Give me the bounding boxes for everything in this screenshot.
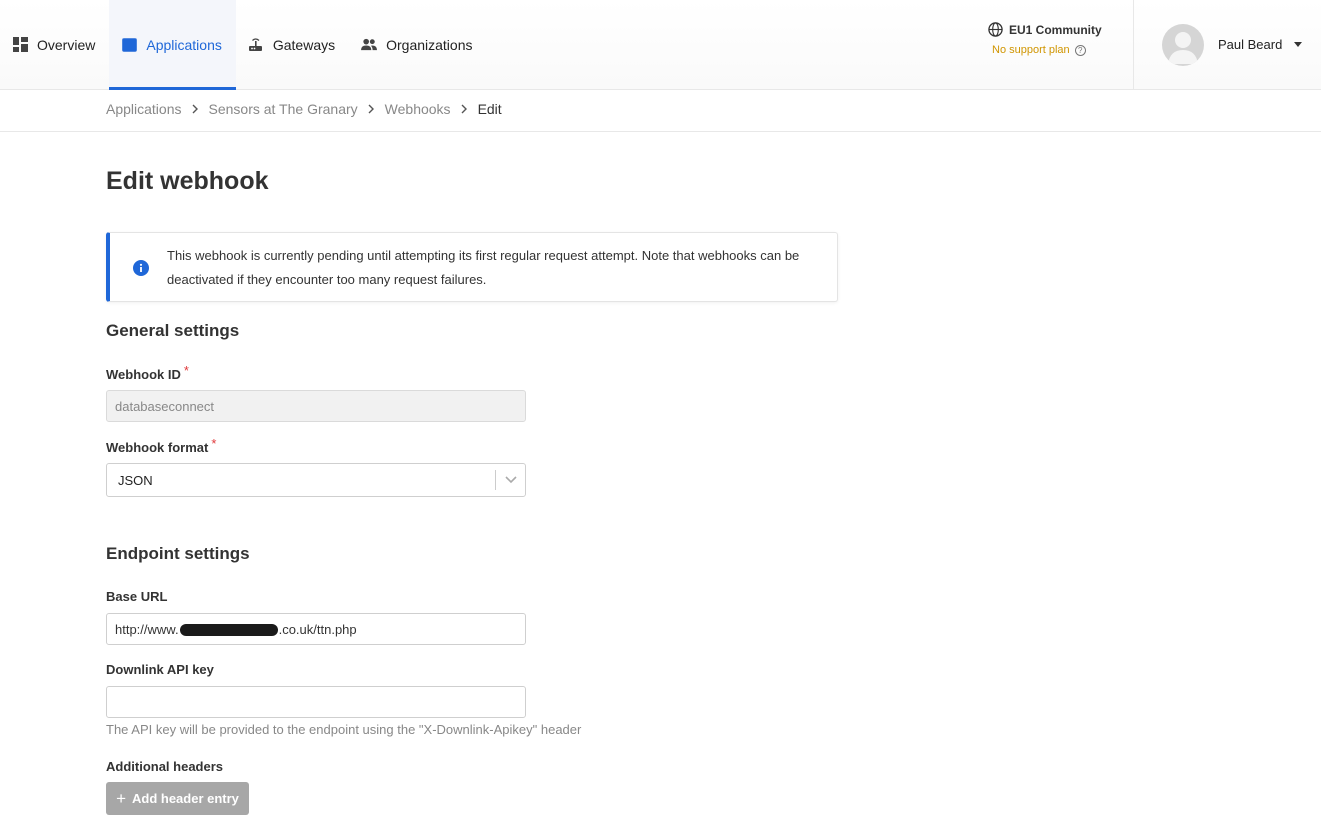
- page-title: Edit webhook: [106, 167, 269, 195]
- breadcrumb-application[interactable]: Sensors at The Granary: [209, 101, 358, 117]
- user-name: Paul Beard: [1218, 37, 1283, 52]
- info-notification: This webhook is currently pending until …: [106, 232, 838, 302]
- support-plan-text: No support plan: [992, 44, 1070, 56]
- router-icon: [248, 37, 264, 53]
- add-header-entry-label: Add header entry: [132, 791, 239, 806]
- nav-gateways-label: Gateways: [272, 36, 336, 53]
- webhook-id-label-text: Webhook ID: [106, 367, 181, 382]
- chevron-down-icon[interactable]: [496, 476, 525, 484]
- base-url-prefix: http://www.: [115, 621, 179, 637]
- cluster-name: EU1 Community: [1009, 22, 1102, 37]
- chevron-right-icon: [192, 104, 199, 114]
- base-url-suffix: .co.uk/ttn.php: [278, 621, 357, 637]
- dashboard-icon: [12, 37, 28, 53]
- chevron-right-icon: [368, 104, 375, 114]
- additional-headers-label: Additional headers: [106, 759, 224, 774]
- breadcrumb-bar: Applications Sensors at The Granary Webh…: [0, 90, 1321, 132]
- nav-gateways[interactable]: Gateways: [236, 0, 349, 89]
- general-settings-title: General settings: [106, 321, 240, 340]
- webhook-format-label-text: Webhook format: [106, 440, 209, 455]
- downlink-api-key-label: Downlink API key: [106, 662, 214, 677]
- user-menu[interactable]: Paul Beard: [1133, 0, 1321, 89]
- cluster-info[interactable]: EU1 Community No support plan ?: [988, 22, 1118, 56]
- nav-overview-label: Overview: [37, 36, 96, 53]
- globe-icon: [988, 22, 1003, 37]
- webhook-format-label: Webhook format *: [106, 436, 216, 455]
- base-url-input[interactable]: http://www. .co.uk/ttn.php: [106, 613, 526, 645]
- add-header-entry-button[interactable]: + Add header entry: [106, 782, 249, 815]
- breadcrumb: Applications Sensors at The Granary Webh…: [106, 101, 502, 117]
- breadcrumb-webhooks[interactable]: Webhooks: [385, 101, 451, 117]
- avatar: [1162, 23, 1204, 66]
- info-icon: [133, 260, 149, 276]
- nav-overview[interactable]: Overview: [0, 0, 109, 89]
- webhook-format-value: JSON: [118, 472, 153, 488]
- chevron-right-icon: [461, 104, 468, 114]
- webhook-id-input[interactable]: databaseconnect: [106, 390, 526, 422]
- nav-applications-label: Applications: [146, 36, 222, 53]
- caret-down-icon: [1294, 42, 1303, 47]
- top-header: Overview Applications Gateways Organizat…: [0, 0, 1321, 90]
- webhook-format-select[interactable]: JSON: [106, 463, 526, 497]
- downlink-api-key-input[interactable]: [106, 686, 526, 718]
- base-url-label: Base URL: [106, 589, 168, 604]
- main-nav: Overview Applications Gateways Organizat…: [0, 0, 487, 90]
- redacted-text: [179, 624, 278, 636]
- nav-applications[interactable]: Applications: [109, 0, 236, 90]
- webhook-id-label: Webhook ID *: [106, 363, 189, 382]
- help-icon[interactable]: ?: [1074, 44, 1086, 56]
- endpoint-settings-title: Endpoint settings: [106, 544, 250, 563]
- people-icon: [361, 37, 378, 53]
- breadcrumb-applications[interactable]: Applications: [106, 101, 182, 117]
- notice-text: This webhook is currently pending until …: [167, 248, 800, 287]
- plus-icon: +: [116, 789, 126, 808]
- breadcrumb-edit: Edit: [477, 101, 502, 117]
- nav-organizations[interactable]: Organizations: [349, 0, 486, 89]
- nav-organizations-label: Organizations: [386, 36, 473, 53]
- api-key-help-text: The API key will be provided to the endp…: [106, 722, 582, 737]
- webhook-id-value: databaseconnect: [115, 398, 215, 414]
- window-icon: [121, 37, 137, 53]
- required-mark: *: [183, 363, 189, 378]
- required-mark: *: [211, 436, 217, 451]
